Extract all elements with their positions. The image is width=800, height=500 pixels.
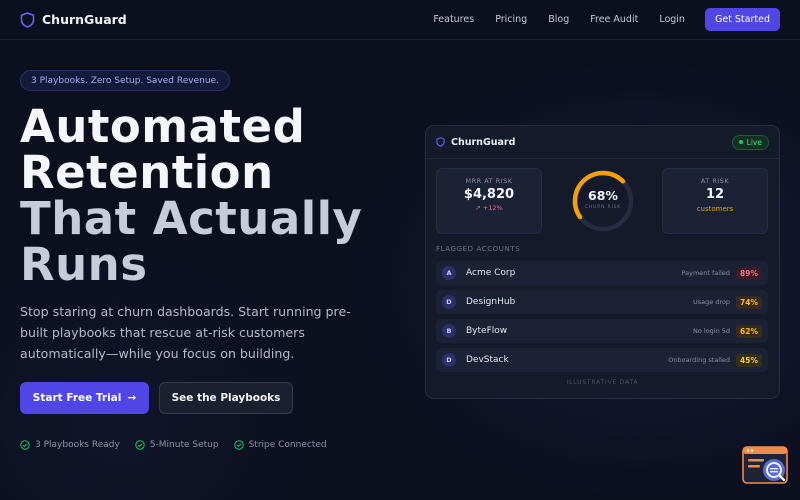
- account-reason: No login 5d: [692, 327, 731, 335]
- nav-link-login[interactable]: Login: [659, 14, 685, 25]
- avatar: D: [442, 353, 456, 367]
- hero-pill-badge: 3 Playbooks. Zero Setup. Saved Revenue.: [20, 70, 230, 91]
- shield-icon: [436, 137, 445, 147]
- account-row[interactable]: D DevStack Onboarding stalled 45%: [436, 348, 768, 372]
- mrr-at-risk-stat: MRR AT RISK $4,820 ↗ +12%: [436, 168, 542, 234]
- risk-badge: 74%: [736, 295, 762, 309]
- check-label: 5-Minute Setup: [149, 440, 219, 450]
- account-name: Acme Corp: [466, 268, 516, 278]
- chat-widget-button[interactable]: [742, 445, 790, 487]
- illustrative-data-note: ILLUSTRATIVE DATA: [566, 379, 639, 386]
- churn-risk-gauge: 68% CHURN RISK: [570, 168, 636, 234]
- nav-link-free-audit[interactable]: Free Audit: [590, 14, 638, 25]
- risk-badge: 45%: [736, 353, 762, 367]
- account-row[interactable]: B ByteFlow No login 5d 62%: [436, 319, 768, 343]
- nav-link-features[interactable]: Features: [433, 14, 474, 25]
- start-free-trial-button[interactable]: Start Free Trial →: [20, 382, 149, 414]
- account-name: DesignHub: [466, 297, 516, 307]
- dashboard-preview-card: ChurnGuard Live MRR AT RISK $4,820 ↗ +12…: [425, 125, 780, 399]
- nav-link-pricing[interactable]: Pricing: [495, 14, 527, 25]
- at-risk-unit: customers: [696, 205, 734, 213]
- avatar: A: [442, 266, 456, 280]
- card-header: ChurnGuard Live: [426, 126, 779, 159]
- check-circle-icon: [233, 440, 244, 450]
- flagged-accounts-label: FLAGGED ACCOUNTS: [436, 245, 521, 253]
- avatar: D: [442, 295, 456, 309]
- at-risk-stat: AT RISK 12 customers: [662, 168, 768, 234]
- risk-badge: 62%: [736, 324, 762, 338]
- at-risk-label: AT RISK: [700, 177, 730, 185]
- hero-headline: Automated Retention That Actually Runs: [20, 104, 400, 288]
- nav-links: Features Pricing Blog Free Audit Login G…: [412, 8, 780, 31]
- churn-risk-label: CHURN RISK: [584, 205, 621, 210]
- account-reason: Payment failed: [681, 269, 731, 277]
- check-circle-icon: [135, 440, 145, 450]
- brand-name: ChurnGuard: [42, 12, 127, 27]
- live-status-badge: Live: [731, 134, 769, 150]
- at-risk-value: 12: [705, 187, 725, 202]
- account-row[interactable]: A Acme Corp Payment failed 89%: [436, 261, 768, 285]
- brand[interactable]: ChurnGuard: [20, 11, 127, 28]
- mrr-value: $4,820: [463, 187, 515, 202]
- check-item: Stripe Connected: [233, 440, 327, 450]
- nav-link-blog[interactable]: Blog: [548, 14, 569, 25]
- live-dot-icon: [738, 140, 743, 144]
- risk-badge: 89%: [736, 266, 762, 280]
- check-circle-icon: [20, 440, 30, 450]
- headline-line-3: That Actually: [20, 192, 363, 245]
- shield-icon: [20, 11, 35, 28]
- account-reason: Onboarding stalled: [668, 356, 731, 364]
- mrr-label: MRR AT RISK: [465, 177, 513, 185]
- top-nav: ChurnGuard Features Pricing Blog Free Au…: [0, 0, 800, 40]
- avatar: B: [442, 324, 456, 338]
- chat-widget-icon: [742, 446, 788, 484]
- account-row[interactable]: D DesignHub Usage drop 74%: [436, 290, 768, 314]
- card-title: ChurnGuard: [451, 136, 516, 148]
- headline-line-4: Runs: [20, 238, 148, 291]
- check-item: 3 Playbooks Ready: [20, 440, 120, 450]
- arrow-right-icon: →: [127, 392, 137, 404]
- churn-risk-value: 68%: [588, 188, 618, 203]
- account-name: ByteFlow: [466, 326, 508, 336]
- get-started-button[interactable]: Get Started: [704, 8, 780, 31]
- start-free-trial-label: Start Free Trial: [32, 392, 122, 404]
- account-name: DevStack: [466, 355, 509, 365]
- feature-checks: 3 Playbooks Ready 5-Minute Setup Stripe …: [20, 440, 327, 450]
- check-item: 5-Minute Setup: [135, 440, 219, 450]
- headline-line-2: Retention: [20, 146, 274, 199]
- see-playbooks-button[interactable]: See the Playbooks: [159, 382, 293, 414]
- check-label: 3 Playbooks Ready: [35, 440, 120, 450]
- check-label: Stripe Connected: [248, 440, 327, 450]
- account-reason: Usage drop: [692, 298, 731, 306]
- headline-line-1: Automated: [20, 100, 306, 153]
- hero-subtext: Stop staring at churn dashboards. Start …: [20, 304, 351, 361]
- mrr-delta: ↗ +12%: [475, 204, 503, 212]
- live-label: Live: [746, 137, 762, 147]
